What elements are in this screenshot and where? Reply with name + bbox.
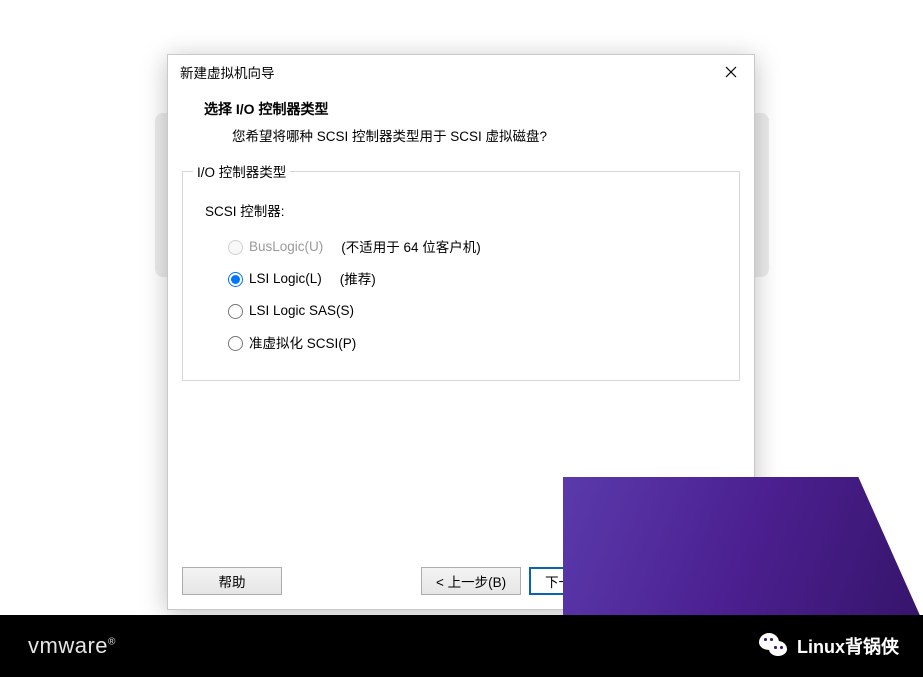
window-title: 新建虚拟机向导 [180, 62, 708, 82]
cancel-button[interactable]: 取消 [640, 567, 740, 595]
radio-input-buslogic [228, 240, 243, 255]
radio-option-lsilogicsas[interactable]: LSI Logic SAS(S) [223, 294, 723, 326]
vmware-text: vmware [28, 633, 108, 658]
radio-input-lsilogic[interactable] [228, 272, 243, 287]
close-button[interactable] [708, 55, 754, 89]
wizard-header: 选择 I/O 控制器类型 您希望将哪种 SCSI 控制器类型用于 SCSI 虚拟… [168, 89, 754, 159]
scsi-subhead: SCSI 控制器: [199, 200, 723, 230]
wizard-content: I/O 控制器类型 SCSI 控制器: BusLogic(U) (不适用于 64… [168, 159, 754, 553]
radio-text: LSI Logic SAS(S) [249, 303, 354, 318]
radio-input-paravirtual[interactable] [228, 336, 243, 351]
wechat-icon [759, 631, 789, 661]
radio-option-buslogic: BusLogic(U) (不适用于 64 位客户机) [223, 230, 723, 262]
radio-label[interactable]: LSI Logic SAS(S) [223, 301, 354, 319]
help-button[interactable]: 帮助 [182, 567, 282, 595]
fieldset-legend: I/O 控制器类型 [193, 161, 290, 181]
new-vm-wizard-dialog: 新建虚拟机向导 选择 I/O 控制器类型 您希望将哪种 SCSI 控制器类型用于… [167, 54, 755, 610]
radio-option-lsilogic[interactable]: LSI Logic(L) (推荐) [223, 262, 723, 294]
wizard-step-subtitle: 您希望将哪种 SCSI 控制器类型用于 SCSI 虚拟磁盘? [204, 119, 730, 145]
wechat-text: Linux背锅侠 [797, 633, 899, 659]
radio-input-lsilogicsas[interactable] [228, 304, 243, 319]
option-hint: (推荐) [340, 268, 376, 288]
radio-text: LSI Logic(L) [249, 271, 322, 286]
next-button[interactable]: 下一步(N) > [529, 567, 632, 595]
radio-text: 准虚拟化 SCSI(P) [249, 332, 356, 352]
option-hint: (不适用于 64 位客户机) [341, 236, 481, 256]
radio-text: BusLogic(U) [249, 239, 323, 254]
wechat-badge: Linux背锅侠 [759, 631, 899, 661]
radio-label: BusLogic(U) [223, 237, 323, 255]
titlebar: 新建虚拟机向导 [168, 55, 754, 89]
scsi-radio-group: BusLogic(U) (不适用于 64 位客户机) LSI Logic(L) … [199, 230, 723, 358]
registered-mark: ® [108, 637, 116, 648]
wizard-footer: 帮助 < 上一步(B) 下一步(N) > 取消 [168, 553, 754, 609]
radio-label[interactable]: LSI Logic(L) [223, 269, 322, 287]
wizard-step-title: 选择 I/O 控制器类型 [204, 99, 730, 119]
radio-label[interactable]: 准虚拟化 SCSI(P) [223, 332, 356, 352]
close-icon [725, 66, 737, 78]
vmware-logo: vmware® [28, 633, 116, 659]
io-controller-fieldset: I/O 控制器类型 SCSI 控制器: BusLogic(U) (不适用于 64… [182, 171, 740, 381]
back-button[interactable]: < 上一步(B) [421, 567, 521, 595]
radio-option-paravirtual[interactable]: 准虚拟化 SCSI(P) [223, 326, 723, 358]
